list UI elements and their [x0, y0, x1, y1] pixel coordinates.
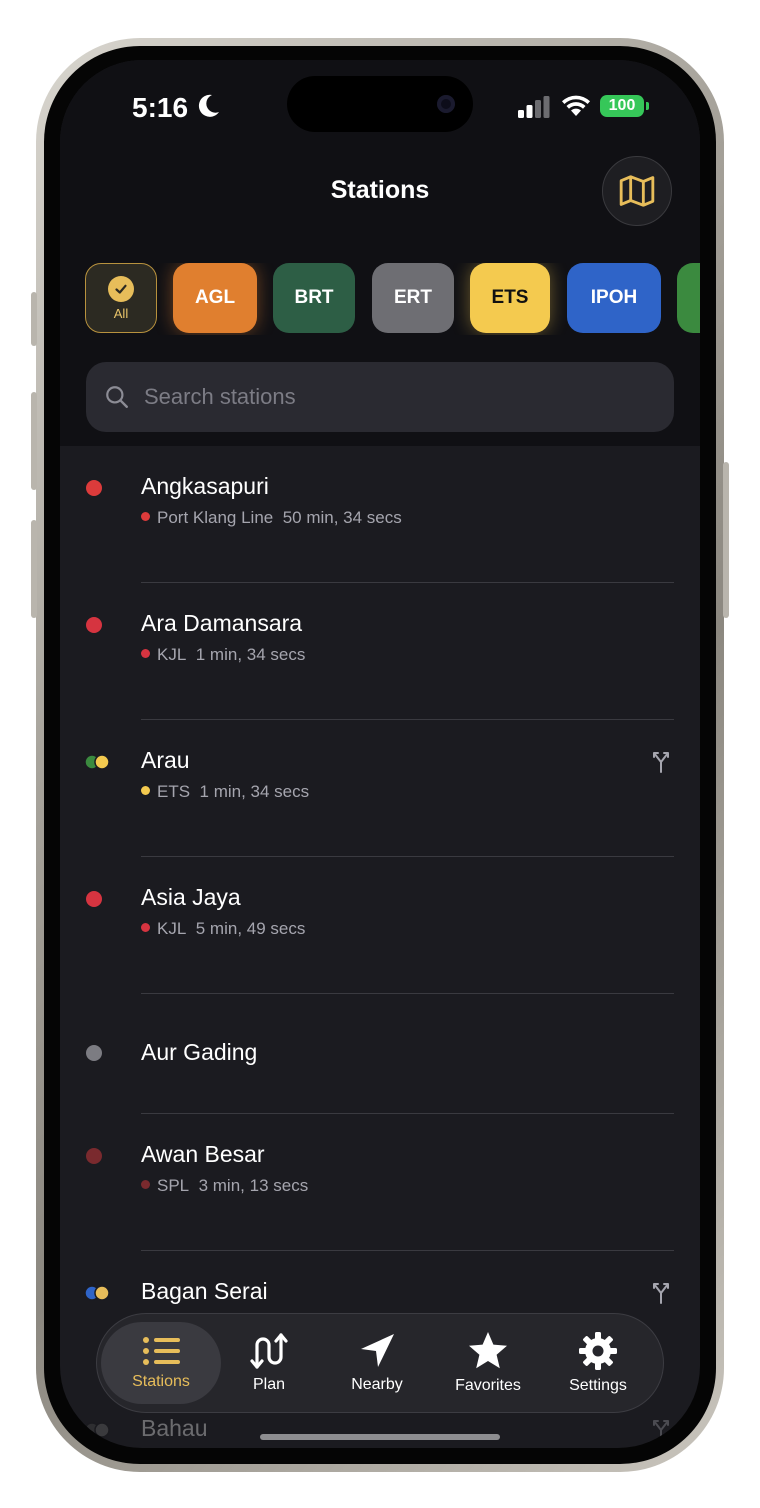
- filter-chip-ipoh[interactable]: IPOH: [567, 263, 661, 333]
- travel-time: 5 min, 49 secs: [195, 919, 306, 938]
- line-mini-dot: [141, 786, 150, 796]
- line-mini-dot: [141, 923, 150, 933]
- station-subtitle: Port Klang Line 50 min, 34 secs: [141, 508, 402, 528]
- list-item[interactable]: Awan Besar SPL 3 min, 13 secs: [60, 1114, 700, 1251]
- search-input[interactable]: [142, 383, 626, 411]
- map-button[interactable]: [602, 156, 672, 226]
- list-item[interactable]: Asia Jaya KJL 5 min, 49 secs: [60, 857, 700, 994]
- line-color-dot: [86, 480, 102, 496]
- tab-favorites[interactable]: Favorites: [436, 1322, 540, 1404]
- line-name: ETS: [157, 782, 191, 801]
- tab-label: Stations: [132, 1373, 190, 1390]
- tab-label: Favorites: [455, 1377, 521, 1394]
- wifi-icon: [562, 95, 590, 116]
- list-item[interactable]: Angkasapuri Port Klang Line 50 min, 34 s…: [60, 446, 700, 583]
- volume-down-button: [31, 520, 37, 618]
- list-item[interactable]: Ara Damansara KJL 1 min, 34 secs: [60, 583, 700, 720]
- interchange-fork-icon: [653, 1420, 669, 1441]
- station-name: Aur Gading: [141, 1039, 258, 1065]
- tab-label: Nearby: [351, 1376, 403, 1393]
- moon-icon: [198, 94, 219, 117]
- app-screen: 5:16 100 Stations All AGL BRT ERT ETS IP: [60, 60, 700, 1448]
- line-mini-dot: [141, 649, 150, 659]
- silent-switch: [31, 292, 37, 346]
- map-icon: [619, 175, 655, 207]
- home-indicator[interactable]: [260, 1434, 500, 1440]
- station-name: Asia Jaya: [141, 884, 241, 910]
- travel-time: 1 min, 34 secs: [195, 645, 306, 664]
- filter-chip-ets[interactable]: ETS: [470, 263, 550, 333]
- line-color-dot: [86, 891, 102, 907]
- travel-time: 50 min, 34 secs: [282, 508, 402, 527]
- filter-chip-partial[interactable]: [677, 263, 700, 333]
- station-name: Bagan Serai: [141, 1278, 268, 1304]
- search-bar[interactable]: [86, 362, 674, 432]
- station-name: Arau: [141, 747, 190, 773]
- line-name: SPL: [157, 1176, 190, 1195]
- cellular-signal-icon: [518, 96, 550, 118]
- star-icon: [469, 1332, 507, 1369]
- station-name: Bahau: [141, 1415, 208, 1441]
- line-name: KJL: [157, 919, 187, 938]
- interchange-dots-icon: [84, 754, 110, 770]
- station-subtitle: ETS 1 min, 34 secs: [141, 782, 309, 802]
- interchange-fork-icon: [653, 1283, 669, 1304]
- volume-up-button: [31, 392, 37, 490]
- list-item[interactable]: Aur Gading: [60, 994, 700, 1114]
- line-color-dot: [86, 1148, 102, 1164]
- interchange-dots-icon: [84, 1285, 110, 1301]
- travel-time: 1 min, 34 secs: [199, 782, 310, 801]
- checkmark-icon: [108, 275, 134, 302]
- station-name: Ara Damansara: [141, 610, 303, 636]
- interchange-dots-icon: [84, 1422, 110, 1438]
- line-mini-dot: [141, 1180, 150, 1190]
- line-color-dot: [86, 617, 102, 633]
- route-plan-icon: [250, 1333, 288, 1369]
- travel-time: 3 min, 13 secs: [198, 1176, 309, 1195]
- camera-icon: [437, 95, 455, 113]
- line-name: Port Klang Line: [157, 508, 274, 527]
- location-arrow-icon: [361, 1334, 394, 1367]
- tab-settings[interactable]: Settings: [546, 1322, 650, 1404]
- station-subtitle: KJL 1 min, 34 secs: [141, 645, 305, 665]
- status-time: 5:16: [132, 92, 189, 123]
- filter-chip-label: All: [113, 305, 129, 321]
- list-icon: [143, 1337, 180, 1365]
- station-subtitle: KJL 5 min, 49 secs: [141, 919, 305, 939]
- station-name: Awan Besar: [141, 1141, 265, 1167]
- station-name: Angkasapuri: [141, 473, 269, 499]
- tab-plan[interactable]: Plan: [217, 1322, 321, 1404]
- tab-label: Settings: [569, 1377, 627, 1394]
- line-filter-bar: All AGL BRT ERT ETS IPOH: [85, 263, 700, 335]
- battery-indicator: 100: [600, 95, 644, 117]
- search-icon: [106, 386, 128, 408]
- list-item[interactable]: Arau ETS 1 min, 34 secs: [60, 720, 700, 857]
- filter-chip-agl[interactable]: AGL: [173, 263, 257, 333]
- line-name: KJL: [157, 645, 187, 664]
- gear-icon: [579, 1332, 617, 1370]
- tab-stations[interactable]: Stations: [101, 1322, 221, 1404]
- battery-tip: [646, 102, 649, 110]
- line-color-dot: [86, 1045, 102, 1061]
- line-mini-dot: [141, 512, 150, 522]
- filter-chip-ert[interactable]: ERT: [372, 263, 454, 333]
- tab-bar: Stations Plan Nearby Favorites Settings: [96, 1313, 664, 1413]
- filter-chip-brt[interactable]: BRT: [273, 263, 355, 333]
- tab-label: Plan: [252, 1376, 286, 1393]
- station-subtitle: SPL 3 min, 13 secs: [141, 1176, 308, 1196]
- interchange-fork-icon: [653, 752, 669, 773]
- power-button: [723, 462, 729, 618]
- filter-chip-all[interactable]: All: [85, 263, 157, 333]
- station-list: Angkasapuri Port Klang Line 50 min, 34 s…: [60, 446, 700, 1448]
- tab-nearby[interactable]: Nearby: [325, 1322, 429, 1404]
- dynamic-island: [287, 76, 473, 132]
